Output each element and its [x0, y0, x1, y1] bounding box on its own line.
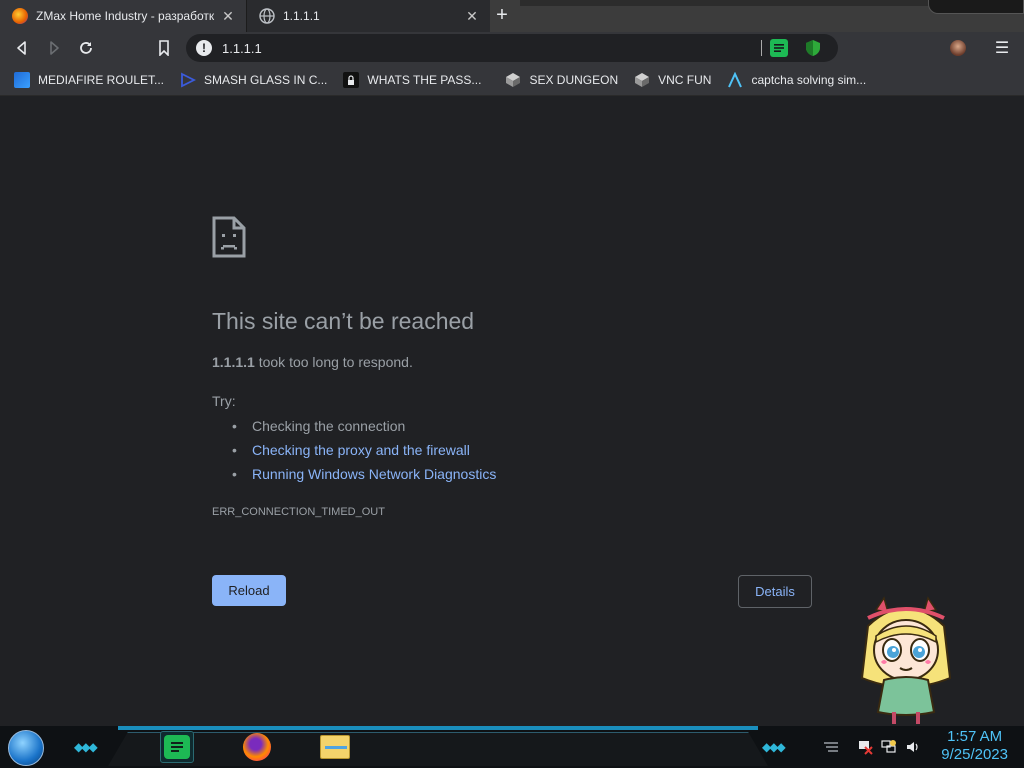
- error-host: 1.1.1.1: [212, 354, 255, 370]
- volume-icon[interactable]: [904, 738, 922, 756]
- cartoon-character-sticker: [854, 596, 958, 726]
- taskbar: ◆◆◆ ◆◆◆ 1:57 AM 9/25/2023: [0, 726, 1024, 768]
- globe-icon: [259, 8, 275, 24]
- error-description: 1.1.1.1 took too long to respond.: [212, 354, 413, 370]
- tab-zmax[interactable]: ZMax Home Industry - разработк ✕: [0, 0, 246, 32]
- new-tab-button[interactable]: +: [490, 4, 514, 28]
- action-center-flag-icon[interactable]: [856, 738, 874, 756]
- folder-icon: [320, 735, 350, 759]
- cube-icon: [634, 72, 650, 88]
- clock-date: 9/25/2023: [941, 746, 1008, 763]
- bookmark-item[interactable]: SEX DUNGEON: [505, 72, 618, 88]
- bookmark-item[interactable]: WHATS THE PASS...: [343, 71, 482, 88]
- chevron-decoration-icon: ◆◆◆: [762, 740, 786, 754]
- bookmark-item[interactable]: SMASH GLASS IN C...: [180, 72, 327, 88]
- forward-button[interactable]: [42, 36, 66, 60]
- taskbar-panel: [108, 732, 768, 766]
- bookmark-label: WHATS THE PASS...: [367, 72, 482, 87]
- suggestion-item: Checking the connection: [232, 417, 496, 441]
- error-code: ERR_CONNECTION_TIMED_OUT: [212, 506, 385, 518]
- bookmark-icon: [159, 40, 169, 56]
- tab-strip: ZMax Home Industry - разработк ✕ 1.1.1.1…: [0, 0, 1024, 32]
- bookmark-button[interactable]: [152, 36, 176, 60]
- window-controls-frame: [928, 0, 1024, 14]
- forward-arrow-icon: [50, 41, 59, 55]
- mediafire-icon: [14, 71, 30, 88]
- bookmark-label: SMASH GLASS IN C...: [204, 72, 328, 87]
- network-icon[interactable]: [880, 738, 898, 756]
- bookmark-label: SEX DUNGEON: [529, 72, 619, 87]
- system-clock[interactable]: 1:57 AM 9/25/2023: [941, 728, 1008, 764]
- firefox-taskbar-button[interactable]: [240, 731, 274, 763]
- cube-icon: [505, 72, 521, 88]
- reload-button[interactable]: Reload: [212, 575, 286, 606]
- back-button[interactable]: [10, 36, 34, 60]
- chat-extension-icon[interactable]: [770, 39, 788, 57]
- file-explorer-taskbar-button[interactable]: [318, 731, 352, 763]
- error-message: took too long to respond.: [254, 354, 413, 370]
- suggestion-list: Checking the connection Checking the pro…: [232, 417, 496, 489]
- taskbar-accent-strip: [118, 726, 758, 730]
- chevron-decoration-icon: ◆◆◆: [74, 740, 98, 754]
- start-orb-button[interactable]: [8, 730, 44, 766]
- chat-app-taskbar-button[interactable]: [160, 731, 194, 763]
- firefox-like-icon: [12, 8, 28, 24]
- avatar: [950, 40, 966, 56]
- bookmark-label: captcha solving sim...: [751, 72, 867, 87]
- bookmark-label: MEDIAFIRE ROULET...: [38, 72, 165, 87]
- reload-button[interactable]: [74, 36, 98, 60]
- details-button[interactable]: Details: [738, 575, 812, 608]
- bookmark-item[interactable]: MEDIAFIRE ROULET...: [14, 71, 165, 88]
- back-arrow-icon: [17, 41, 26, 55]
- bookmarks-bar: MEDIAFIRE ROULET... SMASH GLASS IN C... …: [0, 64, 1024, 96]
- browser-toolbar: ! 1.1.1.1 ☰: [0, 32, 1024, 64]
- tab-title: ZMax Home Industry - разработк: [36, 9, 215, 23]
- chat-app-icon: [164, 735, 190, 759]
- lambda-icon: [727, 71, 743, 88]
- smash-icon: [180, 72, 197, 88]
- titlebar-decoration: [520, 0, 940, 6]
- suggestion-link-diagnostics[interactable]: Running Windows Network Diagnostics: [232, 465, 496, 489]
- firefox-icon: [243, 733, 271, 761]
- try-label: Try:: [212, 393, 236, 409]
- url-text[interactable]: 1.1.1.1: [222, 41, 761, 56]
- bookmark-label: VNC FUN: [658, 72, 712, 87]
- bookmark-item[interactable]: captcha solving sim...: [727, 71, 867, 88]
- close-tab-icon[interactable]: ✕: [218, 8, 238, 25]
- menu-button[interactable]: ☰: [990, 36, 1014, 60]
- omnibox-separator: [761, 40, 762, 56]
- close-tab-icon[interactable]: ✕: [462, 8, 482, 25]
- bookmark-item[interactable]: VNC FUN: [634, 72, 711, 88]
- suggestion-link-proxy[interactable]: Checking the proxy and the firewall: [232, 441, 496, 465]
- error-headline: This site can’t be reached: [212, 308, 475, 334]
- reload-icon: [80, 42, 92, 54]
- clock-time: 1:57 AM: [947, 728, 1003, 745]
- profile-avatar[interactable]: [946, 36, 970, 60]
- shield-extension-icon[interactable]: [804, 39, 822, 57]
- lock-icon: [343, 71, 360, 88]
- info-icon[interactable]: !: [196, 40, 212, 56]
- address-bar[interactable]: ! 1.1.1.1: [186, 34, 838, 62]
- tab-title: 1.1.1.1: [283, 9, 320, 23]
- hamburger-menu-icon: ☰: [994, 40, 1010, 57]
- tray-menu-icon[interactable]: [822, 738, 840, 756]
- sad-page-icon: [212, 216, 246, 263]
- tab-1111[interactable]: 1.1.1.1 ✕: [246, 0, 490, 32]
